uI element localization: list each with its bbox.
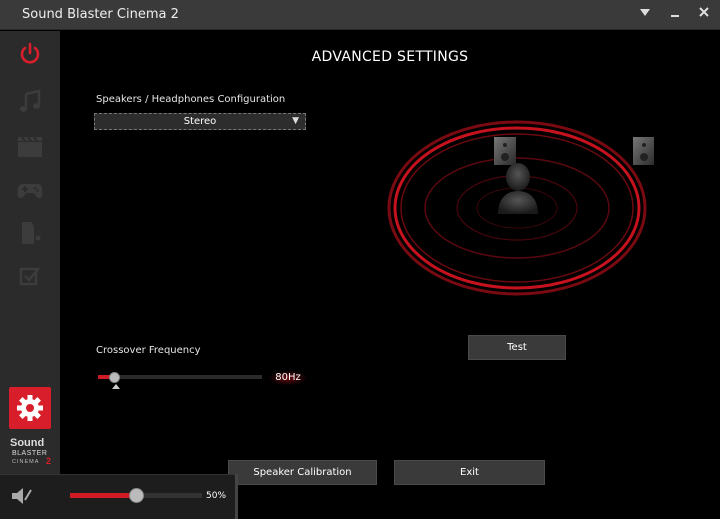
- settings-button[interactable]: [9, 387, 51, 429]
- volume-slider-handle[interactable]: [129, 488, 144, 503]
- volume-value: 50%: [206, 491, 227, 501]
- sidebar-item-voice[interactable]: [10, 213, 50, 251]
- crossover-value: 80Hz: [270, 371, 306, 385]
- sound-blaster-logo: Sound BLASTER CINEMA 2: [8, 435, 54, 469]
- speaker-config-value: Stereo: [183, 116, 217, 127]
- sidebar-item-movie[interactable]: [10, 127, 50, 165]
- clapperboard-icon: [18, 136, 42, 157]
- sidebar-item-check[interactable]: [10, 257, 50, 295]
- test-button[interactable]: Test: [468, 335, 566, 360]
- sidebar: Sound BLASTER CINEMA 2: [0, 31, 60, 519]
- chevron-down-icon: ▼: [292, 116, 299, 126]
- gear-icon: [17, 395, 43, 421]
- exit-button[interactable]: Exit: [394, 460, 545, 485]
- svg-text:Sound: Sound: [10, 437, 44, 449]
- checkbox-icon: [19, 267, 40, 286]
- music-note-icon: [20, 89, 41, 112]
- main-panel: ADVANCED SETTINGS Speakers / Headphones …: [60, 31, 720, 519]
- left-speaker-icon: [494, 137, 516, 165]
- svg-text:2: 2: [46, 456, 51, 466]
- speaker-config-label: Speakers / Headphones Configuration: [96, 94, 286, 105]
- speaker-config-dropdown[interactable]: Stereo ▼: [94, 113, 306, 130]
- volume-slider-fill: [70, 493, 136, 498]
- sidebar-item-power[interactable]: [10, 35, 50, 73]
- svg-text:CINEMA: CINEMA: [12, 459, 39, 465]
- minimize-icon[interactable]: [664, 4, 686, 26]
- divider: [235, 474, 238, 519]
- sidebar-item-game[interactable]: [10, 171, 50, 209]
- right-speaker-icon: [633, 137, 655, 165]
- power-icon: [20, 42, 40, 64]
- window-title: Sound Blaster Cinema 2: [22, 7, 179, 22]
- page-title: ADVANCED SETTINGS: [311, 49, 469, 65]
- crossover-slider-handle[interactable]: [109, 372, 121, 383]
- triangle-up-icon: [112, 384, 121, 389]
- close-icon[interactable]: [693, 4, 715, 26]
- svg-text:BLASTER: BLASTER: [12, 450, 47, 457]
- sidebar-item-music[interactable]: [10, 83, 50, 121]
- speaker-visualization: [384, 101, 655, 301]
- speaker-calibration-button[interactable]: Speaker Calibration: [228, 460, 377, 485]
- gamepad-icon: [17, 184, 43, 199]
- crossover-slider[interactable]: [98, 375, 262, 379]
- speaker-mute-icon[interactable]: [10, 485, 34, 511]
- triangle-down-icon[interactable]: [634, 4, 656, 26]
- voice-icon: [22, 222, 41, 244]
- title-bar: Sound Blaster Cinema 2: [0, 0, 720, 30]
- crossover-label: Crossover Frequency: [96, 345, 201, 356]
